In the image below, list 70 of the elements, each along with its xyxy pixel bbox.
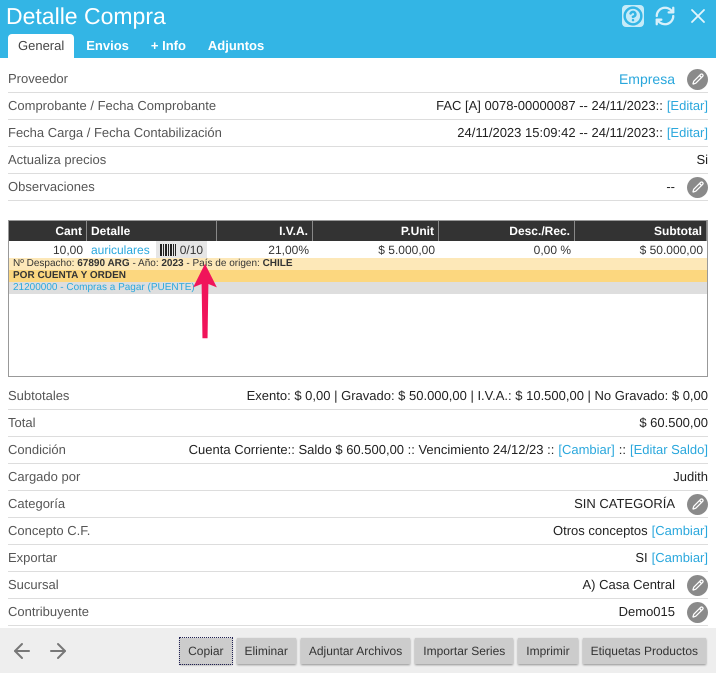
field-value: Exento: $ 0,00 | Gravado: $ 50.000,00 | I.V.A.: $ 10.500,00 | No Gravado: $ 0,00 xyxy=(246,387,708,406)
field-label: Observaciones xyxy=(8,178,95,196)
field-value: Judith xyxy=(673,468,708,486)
column-header: P.Unit xyxy=(313,221,439,241)
column-header: Cant xyxy=(9,221,87,241)
tab[interactable]: General xyxy=(8,34,74,58)
table-cell-text: 21,00% xyxy=(267,242,310,258)
series-badge[interactable]: 0/10 xyxy=(156,241,208,258)
barcode-icon xyxy=(160,244,176,256)
action-button[interactable]: Copiar xyxy=(180,638,232,664)
field-label: Concepto C.F. xyxy=(8,522,90,540)
field-label: Exportar xyxy=(8,549,58,568)
field-value: Demo015 xyxy=(618,603,675,622)
edit-link[interactable]: Empresa xyxy=(618,68,675,90)
tab[interactable]: + Info xyxy=(140,34,196,58)
field-value: SIN CATEGORÍA xyxy=(574,495,675,514)
refresh-icon[interactable] xyxy=(654,5,676,27)
field-label: Contribuyente xyxy=(8,603,89,622)
edit-icon[interactable] xyxy=(687,574,708,596)
field-value: -- xyxy=(666,178,675,196)
field-label: Total xyxy=(8,414,36,432)
field-value: A) Casa Central xyxy=(582,576,675,594)
edit-icon[interactable] xyxy=(687,68,708,90)
edit-link[interactable]: [Editar Saldo] xyxy=(630,440,708,460)
edit-link[interactable]: [Cambiar] xyxy=(652,521,708,541)
field-value: 24/11/2023 15:09:42 -- 24/11/2023:: xyxy=(457,124,663,142)
field-label: Proveedor xyxy=(8,70,68,88)
action-button[interactable]: Importar Series xyxy=(415,638,514,664)
field-label: Fecha Carga / Fecha Contabilización xyxy=(8,124,222,142)
table-cell-text: $ 5.000,00 xyxy=(377,242,436,258)
edit-icon[interactable] xyxy=(687,176,708,198)
action-button[interactable]: Etiquetas Productos xyxy=(582,638,706,664)
account-link[interactable]: 21200000 - Compras a Pagar (PUENTE) xyxy=(9,282,707,294)
product-link[interactable]: auriculares xyxy=(91,240,150,258)
table-cell-text: 10,00 xyxy=(52,242,84,258)
column-header: Subtotal xyxy=(575,221,707,241)
action-button[interactable]: Imprimir xyxy=(518,638,578,664)
edit-link[interactable]: [Cambiar] xyxy=(652,548,708,568)
table-cell-text: $ 50.000,00 xyxy=(638,242,704,258)
tab[interactable]: Envios xyxy=(76,34,139,58)
dispatch-info: Nº Despacho: 67890 ARG - Año: 2023 - País de origen: CHILE xyxy=(9,258,707,270)
field-label: Cargado por xyxy=(8,468,80,486)
edit-icon[interactable] xyxy=(687,494,708,514)
edit-icon[interactable] xyxy=(687,602,708,622)
edit-link[interactable]: [Editar] xyxy=(666,123,708,143)
field-value: $ 60.500,00 xyxy=(639,414,708,432)
field-label: Categoría xyxy=(8,495,66,514)
field-value: Si xyxy=(696,151,708,170)
field-value: :: xyxy=(618,441,626,460)
field-value: Otros conceptos xyxy=(552,522,648,540)
field-label: Comprobante / Fecha Comprobante xyxy=(8,97,216,116)
column-header: I.V.A. xyxy=(217,221,313,241)
column-header: Desc./Rec. xyxy=(439,221,575,241)
field-value: Cuenta Corriente:: Saldo $ 60.500,00 :: Vencimiento 24/12/23 :: xyxy=(188,441,554,460)
help-icon[interactable] xyxy=(622,5,644,27)
field-label: Actualiza precios xyxy=(8,151,106,170)
field-label: Subtotales xyxy=(8,387,70,406)
action-button[interactable]: Adjuntar Archivos xyxy=(300,638,410,664)
field-label: Condición xyxy=(8,441,66,460)
series-count: 0/10 xyxy=(180,242,204,258)
tab[interactable]: Adjuntos xyxy=(198,34,274,58)
order-note: POR CUENTA Y ORDEN xyxy=(9,270,707,282)
field-value: FAC [A] 0078-00000087 -- 24/11/2023:: xyxy=(436,97,663,116)
window-title: Detalle Compra xyxy=(6,2,166,31)
action-button[interactable]: Eliminar xyxy=(236,638,296,664)
edit-link[interactable]: [Editar] xyxy=(666,96,708,116)
field-value: SI xyxy=(635,549,648,568)
edit-link[interactable]: [Cambiar] xyxy=(558,440,615,460)
field-label: Sucursal xyxy=(8,576,59,594)
table-cell-text: 0,00 % xyxy=(532,242,572,258)
